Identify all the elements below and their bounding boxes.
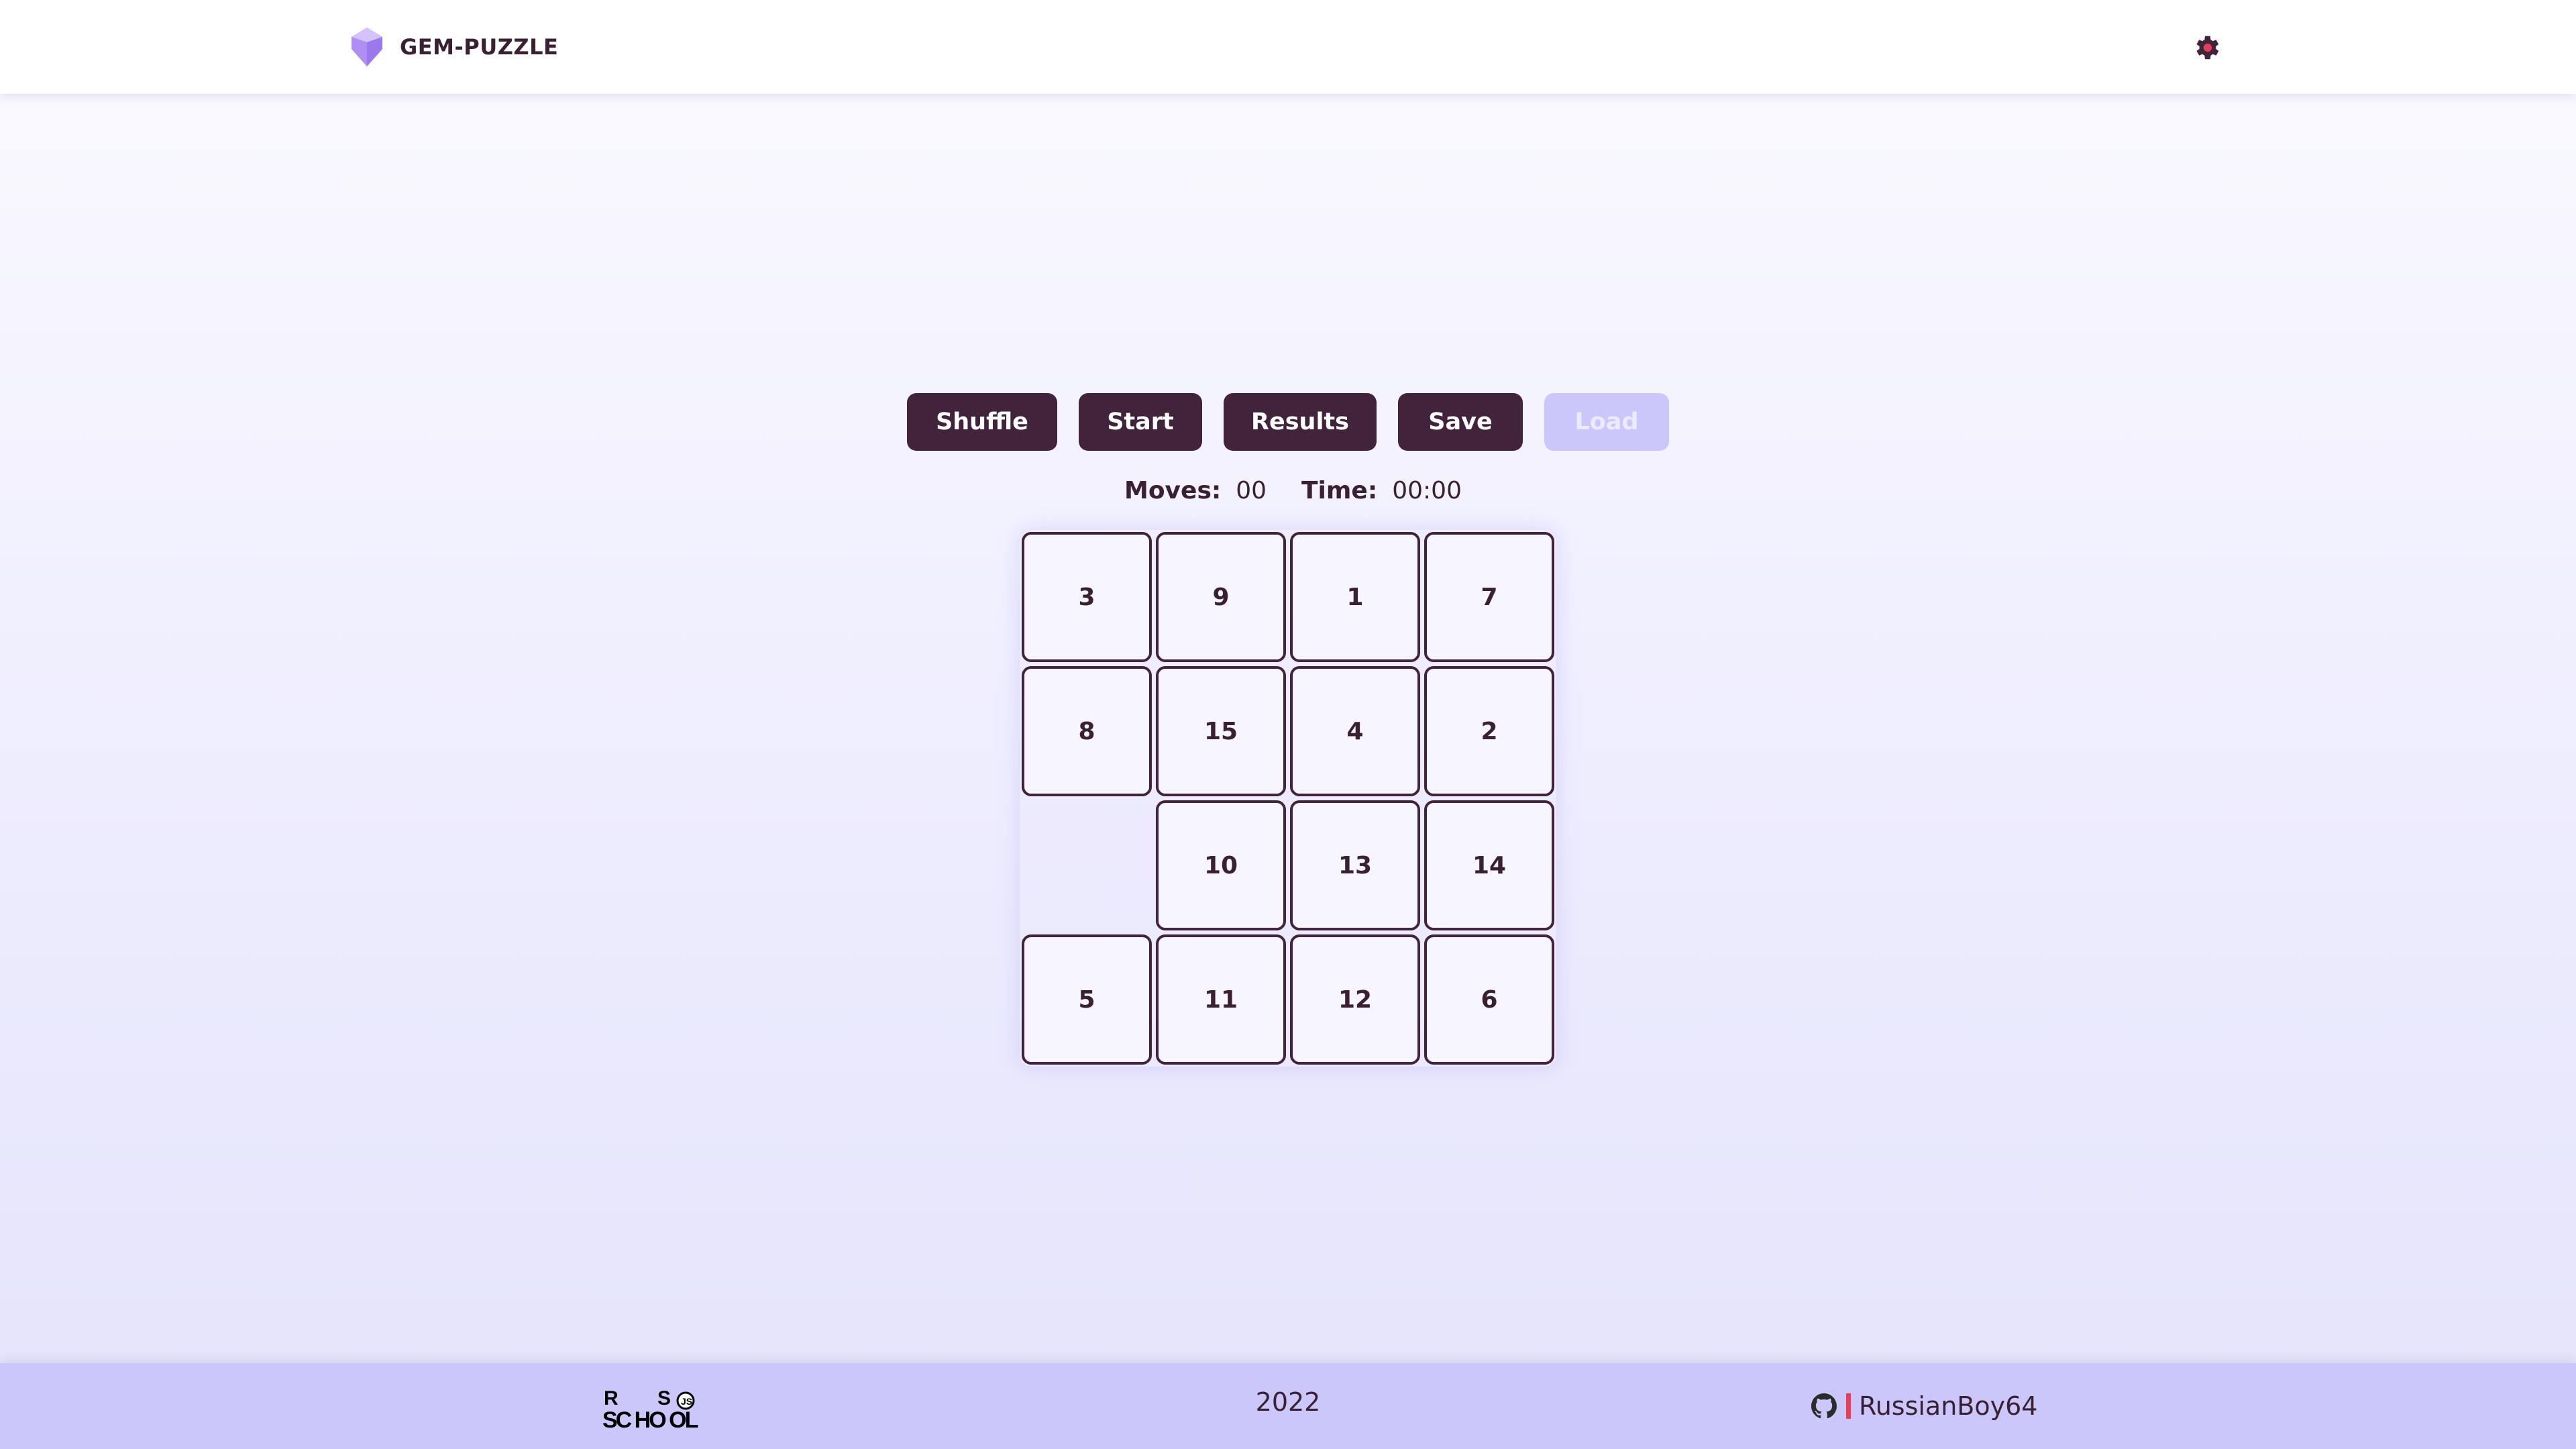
puzzle-tile-1[interactable]: 1 [1290, 532, 1420, 662]
game-controls: Shuffle Start Results Save Load [0, 393, 2576, 451]
puzzle-tile-15[interactable]: 15 [1156, 666, 1286, 796]
gem-icon [352, 28, 382, 66]
settings-button[interactable] [2190, 31, 2223, 64]
gear-icon [2196, 36, 2219, 60]
puzzle-tile-14[interactable]: 14 [1424, 800, 1554, 930]
moves-counter: Moves: 00 [1124, 472, 1267, 510]
svg-text:S: S [657, 1387, 671, 1409]
puzzle-tile-12[interactable]: 12 [1290, 934, 1420, 1065]
rs-school-logo[interactable]: R S JS SC HO OL [602, 1386, 716, 1430]
puzzle-tile-9[interactable]: 9 [1156, 532, 1286, 662]
footer-separator [1846, 1393, 1851, 1419]
time-value: 00:00 [1392, 477, 1462, 504]
puzzle-tile-5[interactable]: 5 [1022, 934, 1152, 1065]
start-button[interactable]: Start [1079, 393, 1202, 451]
load-button[interactable]: Load [1544, 393, 1669, 451]
svg-text:R: R [604, 1387, 619, 1409]
puzzle-board: 3 9 1 7 8 15 4 2 10 13 14 5 11 12 6 [1020, 530, 1556, 1067]
puzzle-tile-4[interactable]: 4 [1290, 666, 1420, 796]
time-label: Time: [1301, 477, 1378, 504]
github-icon [1811, 1393, 1837, 1419]
puzzle-tile-13[interactable]: 13 [1290, 800, 1420, 930]
svg-text:SC HO OL: SC HO OL [602, 1407, 698, 1430]
results-button[interactable]: Results [1224, 393, 1377, 451]
rs-school-logo-image: R S JS SC HO OL [602, 1387, 700, 1430]
github-link[interactable]: RussianBoy64 [1811, 1387, 2037, 1425]
github-username: RussianBoy64 [1859, 1391, 2038, 1421]
game-stats: Moves: 00 Time: 00:00 [0, 472, 2576, 510]
puzzle-tile-2[interactable]: 2 [1424, 666, 1554, 796]
app-header: GEM-PUZZLE [0, 0, 2576, 94]
puzzle-tile-6[interactable]: 6 [1424, 934, 1554, 1065]
moves-label: Moves: [1124, 477, 1222, 504]
app-title: GEM-PUZZLE [400, 34, 559, 60]
shuffle-button[interactable]: Shuffle [907, 393, 1057, 451]
svg-text:JS: JS [681, 1396, 692, 1407]
footer-year: 2022 [1255, 1387, 1321, 1417]
puzzle-tile-7[interactable]: 7 [1424, 532, 1554, 662]
app-footer: R S JS SC HO OL 2022 RussianBoy64 [0, 1363, 2576, 1449]
puzzle-tile-8[interactable]: 8 [1022, 666, 1152, 796]
app-logo[interactable]: GEM-PUZZLE [343, 23, 558, 71]
moves-value: 00 [1236, 477, 1267, 504]
save-button[interactable]: Save [1398, 393, 1523, 451]
puzzle-tile-10[interactable]: 10 [1156, 800, 1286, 930]
time-counter: Time: 00:00 [1301, 472, 1462, 510]
puzzle-tile-3[interactable]: 3 [1022, 532, 1152, 662]
puzzle-tile-11[interactable]: 11 [1156, 934, 1286, 1065]
